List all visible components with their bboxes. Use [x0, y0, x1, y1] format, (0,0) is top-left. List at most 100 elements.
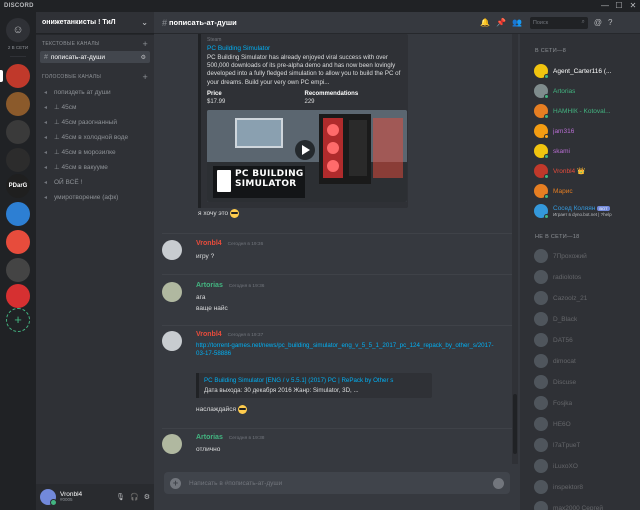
avatar[interactable]	[162, 434, 182, 454]
member-item[interactable]: НЕ6О	[534, 416, 638, 432]
avatar	[534, 124, 549, 139]
server-icon[interactable]	[6, 284, 30, 308]
emoji-icon	[229, 209, 239, 218]
mention-icon[interactable]: @	[594, 18, 602, 27]
voice-channel[interactable]: ◂ ОЙ ВСЁ !	[40, 176, 150, 188]
pin-icon[interactable]: 📌	[496, 18, 506, 27]
member-activity: Играет в dyno.bot.net | ?help	[553, 212, 612, 217]
member-name: НАМНІК - Kotoval...	[553, 107, 611, 115]
message-link[interactable]: http://torrent-games.net/news/pc_buildin…	[196, 342, 496, 359]
voice-channel[interactable]: ◂ ⊥ 45см в холодной воде	[40, 131, 150, 143]
member-item[interactable]: Fosjka	[534, 395, 638, 411]
voice-channel[interactable]: ◂ ⊥ 45см разогнанный	[40, 116, 150, 128]
member-item[interactable]: l7aTpueT	[534, 437, 638, 453]
member-item[interactable]: max2000 Сергей	[534, 500, 638, 510]
member-item[interactable]: Artorias	[534, 83, 638, 99]
member-item[interactable]: Cazoolz_21	[534, 290, 638, 306]
search-placeholder: Поиск	[532, 19, 549, 26]
embed-title-link[interactable]: PC Building Simulator	[207, 45, 402, 52]
help-icon[interactable]: ?	[608, 18, 612, 27]
member-name: 7Прохожий	[553, 252, 587, 260]
member-item[interactable]: iLuxoXO	[534, 458, 638, 474]
window-controls: — ☐ ✕	[598, 0, 640, 12]
member-name: skami	[553, 147, 570, 155]
server-icon[interactable]	[6, 148, 30, 172]
member-item[interactable]: DAT56	[534, 332, 638, 348]
author-name[interactable]: Vronbl4	[196, 240, 222, 247]
member-item[interactable]: Agent_Carter116 (...	[534, 63, 638, 79]
avatar[interactable]	[40, 489, 57, 506]
avatar	[534, 480, 548, 494]
add-voice-channel-icon[interactable]: +	[142, 72, 148, 82]
channel-pisat-at-dushi[interactable]: # пописать-ат-души ⚙	[40, 51, 150, 63]
members-icon[interactable]: 👥	[512, 18, 522, 27]
channel-settings-icon[interactable]: ⚙	[141, 54, 146, 61]
voice-channel[interactable]: ◂ ⊥ 45см	[40, 101, 150, 113]
close-button[interactable]: ✕	[626, 0, 640, 12]
avatar	[534, 249, 548, 263]
link-embed-title[interactable]: PC Building Simulator [ENG / v 5.5.1] (2…	[204, 377, 427, 384]
status-indicator	[544, 154, 549, 159]
server-icon[interactable]: PDarG	[6, 174, 30, 198]
member-item[interactable]: radiolotos	[534, 269, 638, 285]
scrollbar-thumb[interactable]	[513, 394, 517, 454]
member-item[interactable]: jam316	[534, 123, 638, 139]
avatar[interactable]	[162, 240, 182, 260]
guild-header[interactable]: онижетанкисты ! ТиЛ ⌄	[36, 12, 154, 34]
member-name-block: Agent_Carter116 (...	[553, 68, 611, 75]
member-item[interactable]: Vronbl4 👑	[534, 163, 638, 179]
search-input[interactable]: Поиск ⌕	[529, 16, 588, 29]
voice-channel[interactable]: ◂ попиздеть ат души	[40, 86, 150, 98]
member-name-block: Artorias	[553, 88, 575, 95]
emoji-picker-icon[interactable]	[493, 477, 504, 489]
member-item[interactable]: inspektor8	[534, 479, 638, 495]
gear-icon[interactable]: ⚙	[144, 493, 150, 501]
voice-channel[interactable]: ◂ умиротворение (афк)	[40, 191, 150, 203]
avatar	[534, 375, 548, 389]
member-item[interactable]: D_Black	[534, 311, 638, 327]
voice-category[interactable]: ГОЛОСОВЫЕ КАНАЛЫ +	[36, 71, 154, 83]
voice-channel[interactable]: ◂ ⊥ 45см в морозилке	[40, 146, 150, 158]
member-item[interactable]: dimocat	[534, 353, 638, 369]
author-name[interactable]: Vronbl4	[196, 331, 222, 338]
microphone-icon[interactable]: 🎙	[116, 493, 125, 501]
speaker-icon: ◂	[44, 134, 48, 141]
author-name[interactable]: Artorias	[196, 282, 223, 289]
maximize-button[interactable]: ☐	[612, 0, 626, 12]
member-name: jam316	[553, 127, 575, 135]
headphones-icon[interactable]: 🎧	[130, 493, 139, 501]
server-icon[interactable]	[6, 92, 30, 116]
member-item[interactable]: skami	[534, 143, 638, 159]
member-name: Discuse	[553, 378, 577, 386]
member-item[interactable]: Discuse	[534, 374, 638, 390]
author-name[interactable]: Artorias	[196, 434, 223, 441]
status-indicator	[544, 134, 549, 139]
server-icon[interactable]	[6, 202, 30, 226]
minimize-button[interactable]: —	[598, 0, 612, 12]
member-name-block: Vronbl4 👑	[553, 167, 585, 175]
avatar[interactable]	[162, 282, 182, 302]
message-group: Vronbl4 Сегодня в 19:37 http://torrent-g…	[162, 331, 512, 421]
embed-video-thumbnail[interactable]: PC BUILDING SIMULATOR	[207, 110, 407, 203]
member-item[interactable]: НАМНІК - Kotoval...	[534, 103, 638, 119]
member-item[interactable]: Сосед Коляян BOT Играет в dyno.bot.net | ?…	[534, 203, 638, 219]
message-scrollbar[interactable]	[512, 34, 518, 464]
game-logo: PC BUILDING SIMULATOR	[235, 169, 304, 189]
home-button[interactable]: ☺	[6, 18, 30, 42]
text-category[interactable]: ТЕКСТОВЫЕ КАНАЛЫ +	[36, 38, 154, 50]
member-item[interactable]: Марис	[534, 183, 638, 199]
message-input[interactable]: + Написать в #пописать-ат-души	[164, 472, 510, 494]
avatar[interactable]	[162, 331, 182, 351]
server-icon[interactable]	[6, 64, 30, 88]
add-channel-icon[interactable]: +	[142, 39, 148, 49]
upload-icon[interactable]: +	[170, 477, 181, 489]
server-icon[interactable]	[6, 230, 30, 254]
add-server-button[interactable]: +	[6, 308, 30, 332]
server-icon[interactable]	[6, 258, 30, 282]
voice-channel[interactable]: ◂ ⊥ 45см в вакууме	[40, 161, 150, 173]
avatar	[534, 438, 548, 452]
bell-icon[interactable]: 🔔	[480, 18, 490, 27]
member-item[interactable]: 7Прохожий	[534, 248, 638, 264]
server-icon[interactable]	[6, 120, 30, 144]
avatar	[534, 270, 548, 284]
